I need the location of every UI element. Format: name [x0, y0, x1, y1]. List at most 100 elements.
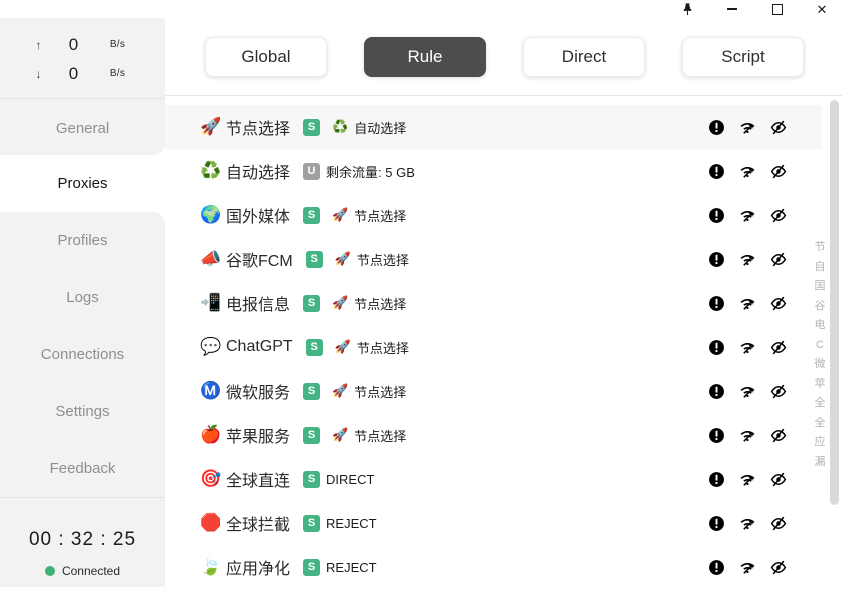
group-name: 全球拦截	[226, 511, 290, 535]
row-action-icons	[707, 470, 787, 488]
latency-test-icon[interactable]	[738, 294, 756, 312]
index-rail-char[interactable]: 电	[813, 316, 827, 336]
index-rail-char[interactable]: 微	[813, 355, 827, 375]
close-icon[interactable]: ✕	[814, 1, 830, 17]
info-icon[interactable]	[707, 162, 725, 180]
sidebar-item-profiles[interactable]: Profiles	[0, 212, 165, 269]
sidebar-item-general[interactable]: General	[0, 99, 165, 157]
latency-test-icon[interactable]	[738, 338, 756, 356]
selection-emoji-icon: 🚀	[332, 383, 348, 399]
sidebar-item-feedback[interactable]: Feedback	[0, 440, 165, 497]
hide-group-icon[interactable]	[769, 294, 787, 312]
index-rail-char[interactable]: 自	[813, 258, 827, 278]
row-action-icons	[707, 162, 787, 180]
index-rail-char[interactable]: C	[813, 336, 827, 356]
minimize-icon[interactable]	[724, 1, 740, 17]
group-selection-label: 节点选择	[357, 250, 409, 269]
download-speed-value: 0	[52, 64, 96, 84]
latency-test-icon[interactable]	[738, 162, 756, 180]
latency-test-icon[interactable]	[738, 558, 756, 576]
selection-emoji-icon: 🚀	[332, 427, 348, 443]
hide-group-icon[interactable]	[769, 206, 787, 224]
sidebar-item-settings[interactable]: Settings	[0, 383, 165, 440]
proxy-group-row[interactable]: Ⓜ️ 微软服务 S 🚀 节点选择	[165, 369, 822, 413]
group-selection-label: 节点选择	[354, 294, 406, 313]
latency-test-icon[interactable]	[738, 382, 756, 400]
proxy-group-row[interactable]: 🌍 国外媒体 S 🚀 节点选择	[165, 193, 822, 237]
group-name: 电报信息	[226, 291, 290, 315]
info-icon[interactable]	[707, 514, 725, 532]
mode-tab[interactable]: Global	[205, 37, 327, 77]
row-action-icons	[707, 206, 787, 224]
index-rail-char[interactable]: 全	[813, 394, 827, 414]
proxy-group-row[interactable]: 🎯 全球直连 S DIRECT	[165, 457, 822, 501]
latency-test-icon[interactable]	[738, 470, 756, 488]
row-action-icons	[707, 338, 787, 356]
info-icon[interactable]	[707, 558, 725, 576]
latency-test-icon[interactable]	[738, 118, 756, 136]
sidebar-item-proxies[interactable]: Proxies	[0, 155, 165, 212]
hide-group-icon[interactable]	[769, 118, 787, 136]
proxy-group-row[interactable]: 📲 电报信息 S 🚀 节点选择	[165, 281, 822, 325]
hide-group-icon[interactable]	[769, 338, 787, 356]
group-type-badge: U	[303, 163, 320, 180]
info-icon[interactable]	[707, 338, 725, 356]
mode-tab[interactable]: Script	[682, 37, 804, 77]
latency-test-icon[interactable]	[738, 250, 756, 268]
hide-group-icon[interactable]	[769, 514, 787, 532]
index-rail-char[interactable]: 谷	[813, 297, 827, 317]
latency-test-icon[interactable]	[738, 514, 756, 532]
proxy-group-row[interactable]: 🍎 苹果服务 S 🚀 节点选择	[165, 413, 822, 457]
proxy-group-row[interactable]: 🚀 节点选择 S ♻️ 自动选择	[165, 105, 822, 149]
proxy-group-row[interactable]: 💬 ChatGPT S 🚀 节点选择	[165, 325, 822, 369]
index-rail-char[interactable]: 苹	[813, 375, 827, 395]
hide-group-icon[interactable]	[769, 162, 787, 180]
info-icon[interactable]	[707, 382, 725, 400]
hide-group-icon[interactable]	[769, 470, 787, 488]
info-icon[interactable]	[707, 206, 725, 224]
mode-tab-bar: Global Rule Direct Script	[165, 18, 842, 96]
index-rail-char[interactable]: 应	[813, 433, 827, 453]
info-icon[interactable]	[707, 294, 725, 312]
group-index-rail: 节 自 国 谷 电 C 微 苹 全 全 应 漏	[813, 238, 827, 472]
index-rail-char[interactable]: 国	[813, 277, 827, 297]
info-icon[interactable]	[707, 470, 725, 488]
mode-tab[interactable]: Rule	[364, 37, 486, 77]
group-emoji-icon: 📲	[200, 293, 226, 313]
latency-test-icon[interactable]	[738, 206, 756, 224]
info-icon[interactable]	[707, 118, 725, 136]
upload-speed: ↑ 0 B/s	[0, 35, 165, 55]
info-icon[interactable]	[707, 426, 725, 444]
index-rail-char[interactable]: 漏	[813, 453, 827, 473]
proxy-group-row[interactable]: 🍃 应用净化 S REJECT	[165, 545, 822, 589]
group-type-badge: S	[306, 251, 323, 268]
group-type-badge: S	[303, 471, 320, 488]
group-type-badge: S	[303, 427, 320, 444]
selection-emoji-icon: 🚀	[335, 251, 351, 267]
group-type-badge: S	[303, 383, 320, 400]
pin-icon[interactable]	[679, 1, 695, 17]
proxy-group-row[interactable]: 🛑 全球拦截 S REJECT	[165, 501, 822, 545]
group-emoji-icon: ♻️	[200, 161, 226, 181]
maximize-icon[interactable]	[769, 1, 785, 17]
index-rail-char[interactable]: 全	[813, 414, 827, 434]
sidebar-item-logs[interactable]: Logs	[0, 269, 165, 326]
hide-group-icon[interactable]	[769, 382, 787, 400]
selection-emoji-icon: 🚀	[332, 295, 348, 311]
proxy-group-row[interactable]: 📣 谷歌FCM S 🚀 节点选择	[165, 237, 822, 281]
group-selection-label: 节点选择	[357, 338, 409, 357]
hide-group-icon[interactable]	[769, 426, 787, 444]
proxy-group-row[interactable]: ♻️ 自动选择 U 剩余流量: 5 GB	[165, 149, 822, 193]
group-emoji-icon: Ⓜ️	[200, 381, 226, 401]
sidebar-item-connections[interactable]: Connections	[0, 326, 165, 383]
hide-group-icon[interactable]	[769, 558, 787, 576]
latency-test-icon[interactable]	[738, 426, 756, 444]
info-icon[interactable]	[707, 250, 725, 268]
mode-tab[interactable]: Direct	[523, 37, 645, 77]
index-rail-char[interactable]: 节	[813, 238, 827, 258]
scrollbar-thumb[interactable]	[830, 100, 839, 505]
group-name: 微软服务	[226, 379, 290, 403]
download-speed: ↓ 0 B/s	[0, 64, 165, 84]
upload-speed-unit: B/s	[96, 39, 140, 50]
hide-group-icon[interactable]	[769, 250, 787, 268]
